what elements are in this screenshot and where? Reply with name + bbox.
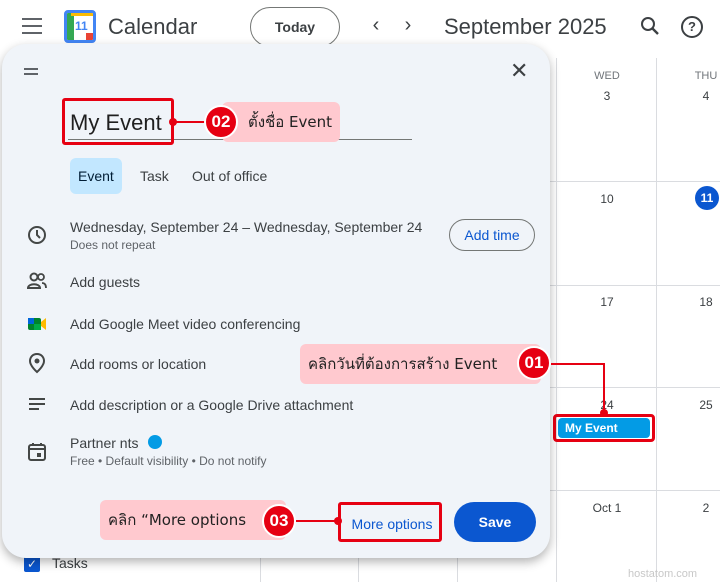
tab-out-of-office[interactable]: Out of office — [184, 158, 275, 194]
annotation-step1-badge: 01 — [517, 346, 551, 380]
close-icon[interactable]: ✕ — [510, 58, 528, 84]
guests-icon — [26, 272, 47, 289]
day-cell-17[interactable]: 17 — [558, 295, 656, 309]
chevron-left-icon[interactable]: ‹ — [364, 14, 388, 37]
annotation-step3-label: คลิก “More options — [100, 500, 287, 540]
chevron-right-icon[interactable]: › — [396, 14, 420, 37]
annotation-step1-line-v — [603, 363, 605, 413]
calendar-name[interactable]: Partner nts — [70, 435, 138, 451]
app-title: Calendar — [108, 14, 198, 39]
day-cell-3[interactable]: 3 — [558, 89, 656, 103]
day-header-thu: THU — [694, 70, 718, 82]
tab-event[interactable]: Event — [70, 158, 122, 194]
location-icon — [28, 352, 46, 374]
annotation-step2-label: ตั้งชื่อ Event — [222, 102, 340, 142]
add-time-button[interactable]: Add time — [449, 219, 535, 251]
annotation-highlight-more-options — [338, 502, 442, 542]
clock-icon — [28, 226, 46, 244]
annotation-step3-line — [296, 520, 338, 522]
month-title: September 2025 — [444, 14, 607, 39]
calendar-logo-icon: 11 — [64, 10, 96, 43]
day-cell-2[interactable]: 2 — [657, 501, 720, 515]
tasks-checkbox[interactable]: ✓ — [24, 556, 40, 572]
tab-task[interactable]: Task — [132, 158, 177, 194]
annotation-step1-dot — [600, 409, 608, 417]
add-meet[interactable]: Add Google Meet video conferencing — [70, 316, 300, 332]
description-icon — [29, 398, 45, 410]
annotation-step1-line-h — [551, 363, 605, 365]
drag-handle-icon[interactable] — [24, 68, 38, 78]
annotation-step2-badge: 02 — [204, 105, 238, 139]
add-location[interactable]: Add rooms or location — [70, 356, 206, 372]
annotation-highlight-event — [553, 414, 655, 442]
day-header-wed: WED — [594, 70, 620, 82]
calendar-color-dot — [148, 435, 162, 449]
save-button[interactable]: Save — [454, 502, 536, 542]
day-cell-today[interactable]: 11 — [695, 186, 719, 210]
calendar-settings[interactable]: Free • Default visibility • Do not notif… — [70, 454, 266, 468]
day-cell-18[interactable]: 18 — [657, 295, 720, 309]
day-cell-oct-1[interactable]: Oct 1 — [558, 501, 656, 515]
add-description[interactable]: Add description or a Google Drive attach… — [70, 397, 353, 413]
annotation-step3-dot — [334, 517, 342, 525]
today-button[interactable]: Today — [250, 7, 340, 47]
help-icon[interactable]: ? — [681, 16, 703, 38]
hamburger-icon[interactable] — [22, 18, 42, 34]
watermark: hostatom.com — [628, 568, 698, 580]
meet-icon — [28, 318, 46, 330]
annotation-highlight-title — [62, 98, 174, 145]
calendar-icon — [28, 443, 46, 461]
logo-day: 11 — [75, 19, 88, 33]
annotation-step1-label: คลิกวันที่ต้องการสร้าง Event — [300, 344, 542, 384]
add-guests[interactable]: Add guests — [70, 274, 140, 290]
annotation-step3-badge: 03 — [262, 504, 296, 538]
repeat-setting[interactable]: Does not repeat — [70, 238, 155, 252]
annotation-step2-line — [174, 121, 206, 123]
day-cell-25[interactable]: 25 — [657, 398, 720, 412]
date-range[interactable]: Wednesday, September 24 – Wednesday, Sep… — [70, 219, 422, 235]
day-cell-4[interactable]: 4 — [657, 89, 720, 103]
day-cell-10[interactable]: 10 — [558, 192, 656, 206]
search-icon[interactable] — [640, 16, 660, 36]
